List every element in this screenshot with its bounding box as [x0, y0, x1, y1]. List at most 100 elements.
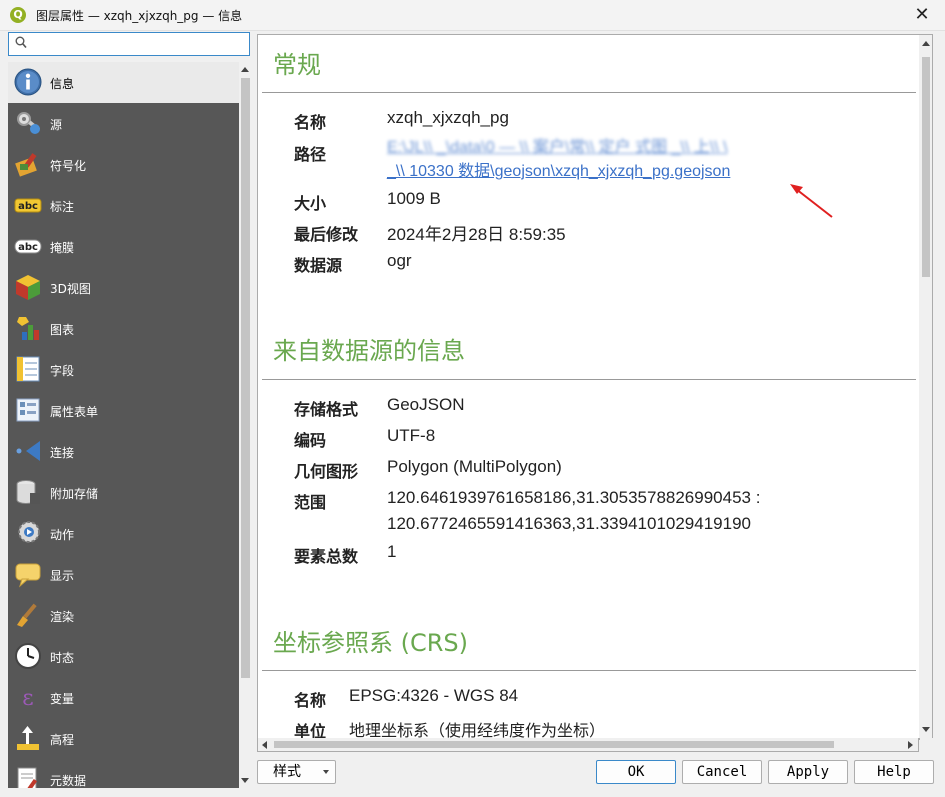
sidebar-item-label: 图表 [50, 323, 75, 337]
sidebar-item-temporal[interactable]: 时态 [8, 636, 239, 677]
extent-value-line2: 120.6772465591416363,31.3394101029419190 [387, 514, 751, 533]
search-input[interactable] [31, 35, 245, 55]
sidebar-item-3d-view[interactable]: 3D视图 [8, 267, 239, 308]
temporal-icon [15, 643, 41, 669]
geometry-key: 几何图形 [294, 462, 359, 481]
sidebar-item-variables[interactable]: ε 变量 [8, 677, 239, 718]
path-key: 路径 [294, 145, 327, 164]
sidebar-item-info[interactable]: 信息 [8, 62, 239, 103]
sidebar-item-label: 渲染 [50, 610, 75, 624]
window-title: 图层属性 — xzqh_xjxzqh_pg — 信息 [36, 9, 243, 23]
title-bar: Q 图层属性 — xzqh_xjxzqh_pg — 信息 ✕ [0, 0, 945, 31]
sidebar-item-label: 元数据 [50, 774, 87, 788]
content-horizontal-scrollbar[interactable] [257, 738, 919, 752]
last-modified-value: 2024年2月28日 8:59:35 [387, 225, 566, 244]
sidebar-item-label: 信息 [50, 77, 75, 91]
sidebar-item-label: 时态 [50, 651, 75, 665]
section-title-general: 常规 [273, 51, 321, 79]
provider-key: 数据源 [294, 256, 343, 275]
scroll-up-icon[interactable] [241, 67, 249, 72]
actions-icon [18, 521, 40, 543]
size-value: 1009 B [387, 189, 441, 208]
sidebar-item-label: 源 [50, 118, 63, 132]
name-value: xzqh_xjxzqh_pg [387, 108, 509, 127]
elevation-icon [17, 726, 39, 750]
feature-count-value: 1 [387, 542, 397, 561]
sidebar-item-label: 3D视图 [50, 282, 91, 296]
metadata-icon [17, 767, 38, 788]
provider-value: ogr [387, 251, 412, 270]
style-button-label: 样式 [273, 764, 301, 780]
sidebar-item-fields[interactable]: 字段 [8, 349, 239, 390]
qgis-icon: Q [10, 7, 26, 23]
ok-button[interactable]: OK [596, 760, 676, 784]
svg-text:abc: abc [18, 201, 38, 212]
display-icon [15, 563, 41, 588]
scroll-left-icon[interactable] [262, 741, 267, 749]
section-divider [262, 92, 916, 93]
sidebar-item-symbology[interactable]: 符号化 [8, 144, 239, 185]
encoding-key: 编码 [294, 431, 327, 450]
svg-text:abc: abc [18, 242, 38, 253]
sidebar-item-rendering[interactable]: 渲染 [8, 595, 239, 636]
section-title-crs: 坐标参照系 (CRS) [273, 629, 469, 657]
scroll-right-icon[interactable] [908, 741, 913, 749]
style-dropdown-button[interactable]: 样式 [257, 760, 336, 784]
section-divider [262, 379, 916, 380]
search-box[interactable] [8, 32, 250, 56]
sidebar-item-label: 显示 [50, 569, 75, 583]
content-vertical-scrollbar[interactable] [919, 34, 933, 738]
sidebar-item-metadata[interactable]: 元数据 [8, 759, 239, 788]
last-modified-key: 最后修改 [294, 225, 359, 244]
sidebar-scrollbar[interactable] [239, 62, 252, 788]
fields-icon [16, 356, 40, 382]
sidebar-item-label: 字段 [50, 364, 75, 378]
3d-view-icon [16, 275, 40, 300]
svg-text:ε: ε [22, 686, 33, 711]
cancel-button[interactable]: Cancel [682, 760, 762, 784]
diagrams-icon [17, 317, 39, 340]
sidebar-item-diagrams[interactable]: 图表 [8, 308, 239, 349]
sidebar-item-label: 动作 [50, 528, 75, 542]
scroll-up-icon[interactable] [922, 41, 930, 46]
sidebar-item-label: 连接 [50, 446, 75, 460]
section-title-provider-info: 来自数据源的信息 [273, 337, 465, 365]
sidebar-item-display[interactable]: 显示 [8, 554, 239, 595]
sidebar-item-masks[interactable]: abc 掩膜 [8, 226, 239, 267]
sidebar-item-source[interactable]: 源 [8, 103, 239, 144]
apply-button[interactable]: Apply [768, 760, 848, 784]
sidebar-item-label: 属性表单 [50, 405, 99, 419]
sidebar-item-auxiliary-storage[interactable]: 附加存储 [8, 472, 239, 513]
search-icon [15, 36, 27, 49]
crs-name-key: 名称 [294, 691, 327, 710]
scrollbar-thumb[interactable] [241, 78, 250, 678]
sidebar: 信息 源 符号化 abc 标注 abc 掩膜 3D视图 图表 字段 属性表单 连… [8, 62, 239, 788]
sidebar-item-joins[interactable]: 连接 [8, 431, 239, 472]
encoding-value: UTF-8 [387, 426, 436, 445]
storage-key: 存储格式 [294, 400, 359, 419]
sidebar-item-label: 符号化 [50, 159, 87, 173]
attributes-form-icon [16, 398, 40, 422]
help-button[interactable]: Help [854, 760, 934, 784]
scroll-down-icon[interactable] [241, 778, 249, 783]
sidebar-item-label: 变量 [50, 692, 75, 706]
auxiliary-storage-icon [16, 480, 40, 504]
scrollbar-thumb[interactable] [274, 741, 834, 748]
joins-icon [16, 441, 40, 461]
sidebar-item-labels[interactable]: abc 标注 [8, 185, 239, 226]
sidebar-item-actions[interactable]: 动作 [8, 513, 239, 554]
symbology-icon [15, 153, 37, 177]
geometry-value: Polygon (MultiPolygon) [387, 457, 562, 476]
info-icon [14, 68, 42, 96]
info-panel: 常规 名称 xzqh_xjxzqh_pg 路径 E:\JL\\ _\data\0… [257, 34, 920, 740]
sidebar-item-attributes-form[interactable]: 属性表单 [8, 390, 239, 431]
sidebar-item-label: 掩膜 [50, 241, 75, 255]
sidebar-item-label: 高程 [50, 733, 75, 747]
chevron-down-icon [323, 770, 329, 774]
close-button[interactable]: ✕ [899, 0, 945, 30]
sidebar-item-elevation[interactable]: 高程 [8, 718, 239, 759]
rendering-icon [17, 603, 37, 627]
scroll-down-icon[interactable] [922, 727, 930, 732]
feature-count-key: 要素总数 [294, 547, 359, 566]
scrollbar-thumb[interactable] [922, 57, 930, 277]
